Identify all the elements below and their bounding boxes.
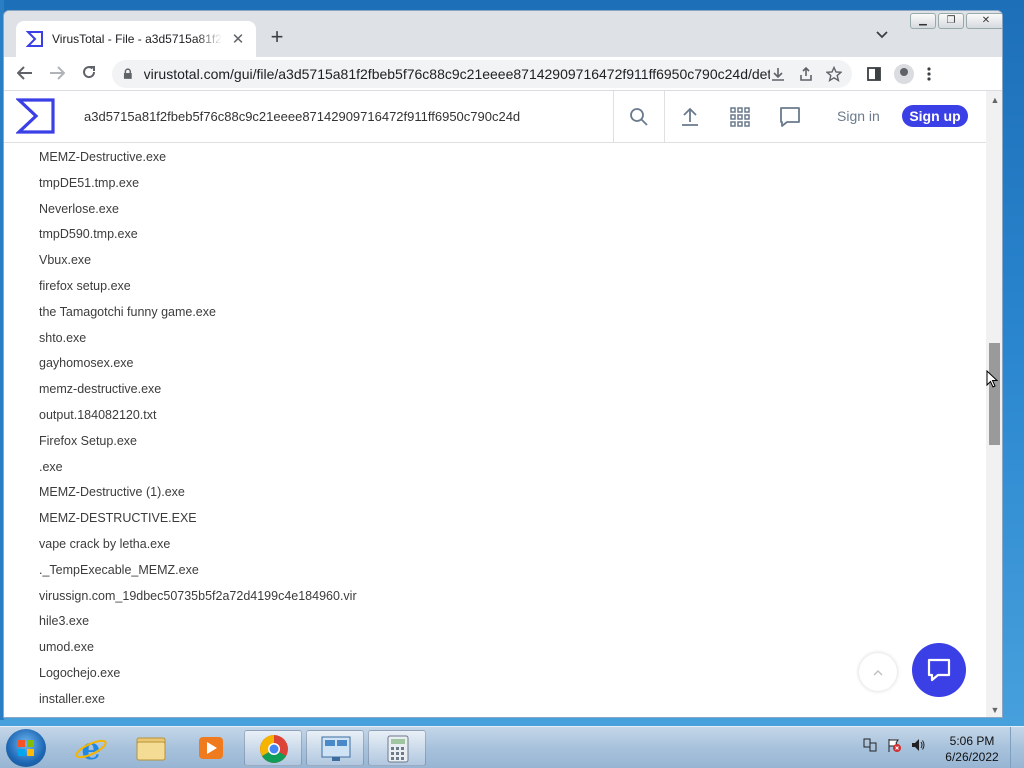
taskbar-media-player[interactable]	[182, 730, 240, 766]
file-name-item: vape crack by letha.exe	[39, 536, 171, 551]
chrome-icon	[260, 735, 288, 763]
search-input[interactable]: a3d5715a81f2fbeb5f76c88c9c21eeee87142909…	[84, 109, 604, 124]
folder-icon	[136, 737, 166, 761]
windows-taskbar: e 5:06 PM 6/26/2022	[0, 726, 1024, 768]
virustotal-favicon-icon	[26, 31, 43, 47]
side-panel-icon[interactable]	[866, 66, 882, 82]
file-name-item: ._TempExecable_MEMZ.exe	[39, 562, 199, 577]
scroll-up-arrow-icon[interactable]: ▲	[990, 95, 1000, 105]
file-name-item: gayhomosex.exe	[39, 356, 134, 371]
new-tab-button[interactable]: +	[266, 25, 288, 49]
browser-window: VirusTotal - File - a3d5715a81f2fbeb5 ✕ …	[3, 10, 1003, 718]
scroll-to-top-button[interactable]	[859, 653, 897, 691]
action-center-flag-icon[interactable]	[886, 737, 902, 753]
taskbar-calculator[interactable]	[368, 730, 426, 766]
clock-time: 5:06 PM	[949, 734, 995, 748]
clock-date: 6/26/2022	[945, 750, 999, 764]
back-button[interactable]	[14, 63, 36, 85]
file-name-item: MEMZ-DESTRUCTIVE.EXE	[39, 511, 197, 526]
taskbar-chrome[interactable]	[244, 730, 302, 766]
scroll-down-arrow-icon[interactable]: ▼	[990, 705, 1000, 715]
sign-up-button[interactable]: Sign up	[902, 105, 968, 127]
lock-icon	[123, 67, 132, 79]
file-name-item: firefox setup.exe	[39, 278, 131, 293]
windows-logo-icon	[18, 740, 34, 756]
file-name-item: shto.exe	[39, 330, 87, 345]
file-name-item: Logochejo.exe	[39, 665, 121, 680]
bookmark-star-icon[interactable]	[826, 65, 842, 82]
active-tab[interactable]: VirusTotal - File - a3d5715a81f2fbeb5 ✕	[16, 21, 256, 57]
file-name-item: installer.exe	[39, 691, 106, 706]
network-icon[interactable]	[862, 737, 878, 753]
file-name-item: Vbux.exe	[39, 253, 92, 268]
file-name-item: memz-destructive.exe	[39, 382, 162, 397]
apps-grid-icon[interactable]	[728, 105, 752, 129]
chevron-up-icon	[873, 670, 883, 676]
tab-strip: VirusTotal - File - a3d5715a81f2fbeb5 ✕ …	[4, 11, 1002, 57]
reload-button[interactable]	[78, 63, 100, 85]
file-name-item: .exe	[39, 459, 63, 474]
sign-in-link[interactable]: Sign in	[837, 108, 880, 124]
browser-toolbar: virustotal.com/gui/file/a3d5715a81f2fbeb…	[4, 57, 1002, 91]
close-window-button[interactable]: ✕	[966, 13, 1002, 29]
mouse-cursor-icon	[986, 370, 998, 388]
tab-search-chevron-icon[interactable]	[876, 28, 888, 42]
tab-title: VirusTotal - File - a3d5715a81f2fbeb5	[52, 32, 222, 46]
forward-button[interactable]	[46, 63, 68, 85]
system-clock[interactable]: 5:06 PM 6/26/2022	[944, 733, 1000, 765]
maximize-button[interactable]: ❐	[938, 13, 964, 29]
start-button[interactable]	[6, 729, 46, 767]
install-app-icon[interactable]	[770, 66, 786, 82]
file-name-item: tmpDE51.tmp.exe	[39, 175, 140, 190]
file-names-section: MEMZ-Destructive.exe tmpDE51.tmp.exe Never…	[4, 143, 986, 717]
show-desktop-button[interactable]	[1010, 727, 1024, 768]
tab-close-icon[interactable]: ✕	[230, 30, 246, 48]
svg-text:e: e	[81, 732, 100, 766]
minimize-button[interactable]: ▁	[910, 13, 936, 29]
search-icon[interactable]	[627, 105, 651, 129]
menu-dots-icon[interactable]	[926, 66, 932, 82]
file-names-list: MEMZ-Destructive.exe tmpDE51.tmp.exe Never…	[39, 149, 357, 717]
divider	[613, 91, 614, 143]
media-player-icon	[199, 737, 223, 759]
share-icon[interactable]	[798, 66, 814, 82]
toolbar-right	[866, 63, 932, 84]
system-tray	[862, 737, 926, 753]
file-name-item: umod.exe	[39, 640, 94, 655]
divider	[664, 91, 665, 143]
address-bar[interactable]: virustotal.com/gui/file/a3d5715a81f2fbeb…	[112, 59, 852, 88]
url-text: virustotal.com/gui/file/a3d5715a81f2fbeb…	[143, 65, 770, 82]
profile-avatar[interactable]	[894, 63, 914, 84]
taskbar-internet-explorer[interactable]: e	[62, 730, 120, 767]
scrollbar-thumb[interactable]	[989, 343, 1000, 445]
file-name-item: Firefox Setup.exe	[39, 433, 137, 448]
omnibox-actions	[770, 65, 842, 82]
upload-icon[interactable]	[678, 105, 702, 129]
chat-icon	[927, 658, 951, 682]
file-name-item: virussign.com_19dbec50735b5f2a72d4199c4e…	[39, 588, 357, 603]
internet-explorer-icon: e	[75, 732, 107, 767]
taskbar-file-explorer[interactable]	[122, 730, 180, 766]
page-scrollbar[interactable]: ▲ ▼	[986, 91, 1002, 717]
volume-icon[interactable]	[910, 737, 926, 753]
chat-widget-button[interactable]	[912, 643, 966, 697]
file-name-item: the Tamagotchi funny game.exe	[39, 304, 216, 319]
file-name-item: Neverlose.exe	[39, 201, 119, 216]
file-name-item: output.184082120.txt	[39, 407, 157, 422]
file-name-item: MEMZ-Destructive (1).exe	[39, 485, 185, 500]
remote-desktop-icon	[321, 736, 351, 761]
file-name-item: hile3.exe	[39, 614, 90, 629]
file-name-item: MEMZ-Destructive.exe	[39, 150, 167, 164]
file-name-item: tmpD590.tmp.exe	[39, 227, 138, 242]
window-controls: ▁ ❐ ✕	[908, 13, 1002, 29]
calculator-icon	[387, 735, 409, 763]
virustotal-logo-icon[interactable]	[16, 97, 56, 135]
chat-bubble-icon[interactable]	[778, 105, 802, 129]
taskbar-remote-desktop[interactable]	[306, 730, 364, 766]
virustotal-header: a3d5715a81f2fbeb5f76c88c9c21eeee87142909…	[4, 91, 986, 143]
